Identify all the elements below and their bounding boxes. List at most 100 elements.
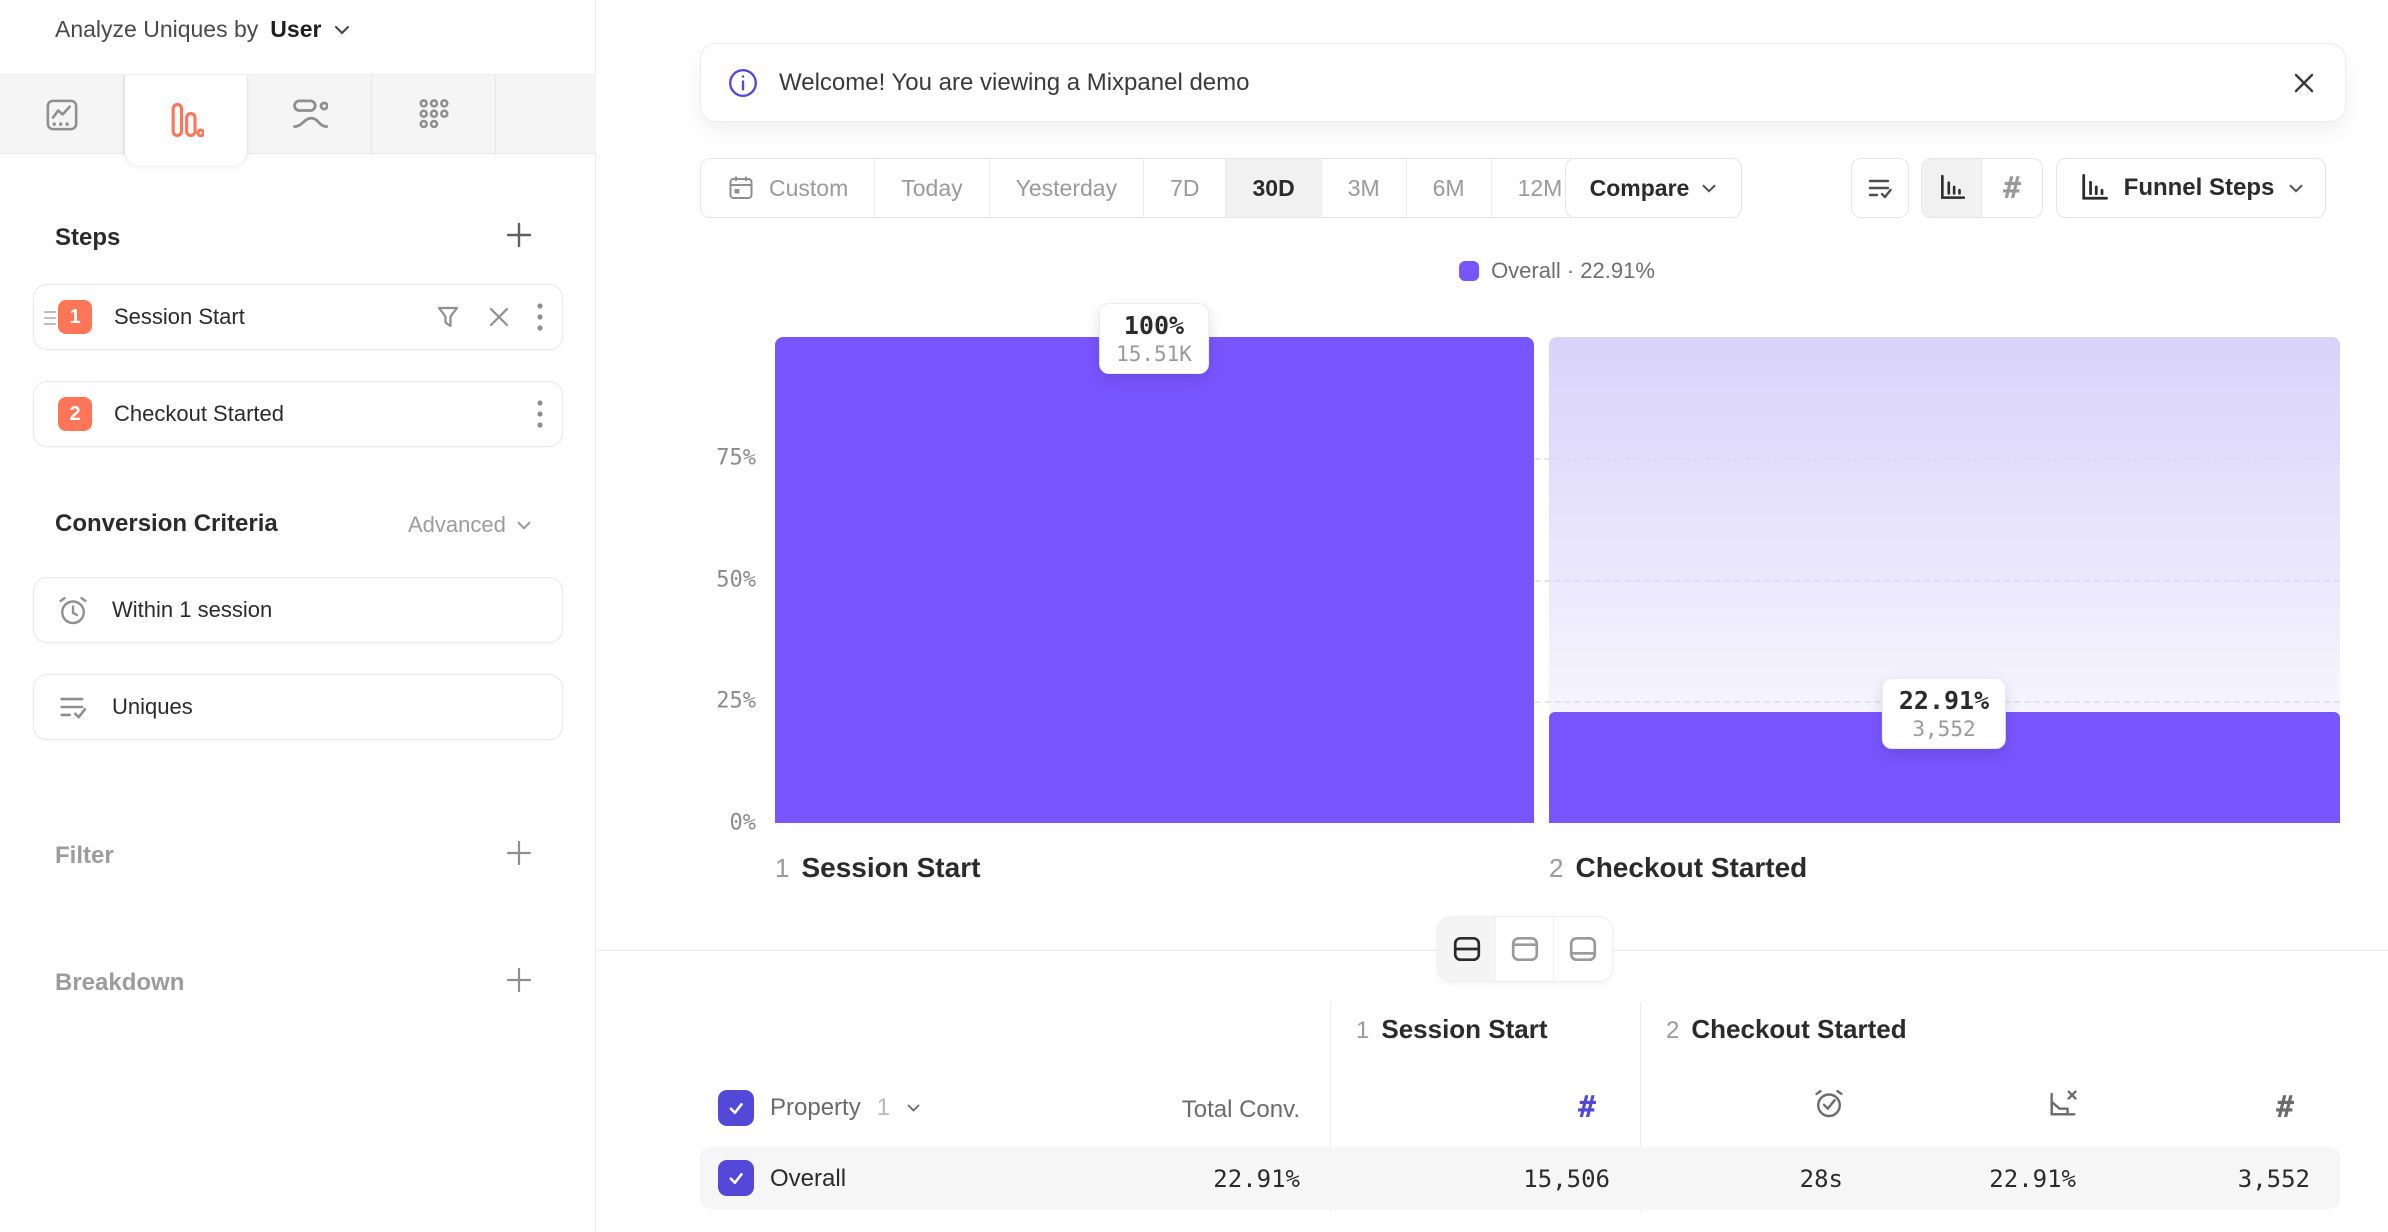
range-label: 7D <box>1170 175 1199 202</box>
cell-step2-count: 3,552 <box>2160 1165 2310 1193</box>
range-label: 6M <box>1433 175 1465 202</box>
kebab-menu-icon[interactable] <box>536 399 544 429</box>
total-conv-header: Total Conv. <box>1100 1096 1300 1124</box>
time-to-convert-icon[interactable] <box>1812 1086 1846 1120</box>
banner-message: Welcome! You are viewing a Mixpanel demo <box>779 69 1249 97</box>
funnel-dropoff-step2[interactable] <box>1549 337 2340 823</box>
tooltip-step2: 22.91% 3,552 <box>1882 678 2006 749</box>
insights-icon <box>44 97 80 133</box>
plus-icon <box>504 220 534 250</box>
step-card-2[interactable]: 2 Checkout Started <box>33 381 563 447</box>
steps-title: Steps <box>55 224 120 252</box>
range-custom[interactable]: Custom <box>701 159 875 217</box>
tab-retention[interactable] <box>372 75 496 155</box>
counting-method-card[interactable]: Uniques <box>33 674 563 740</box>
filter-icon[interactable] <box>434 303 462 331</box>
range-7d[interactable]: 7D <box>1144 159 1226 217</box>
y-tick: 75% <box>686 446 756 471</box>
plus-icon <box>504 965 534 995</box>
step-label[interactable]: Session Start <box>114 304 245 330</box>
group-num: 1 <box>1356 1017 1369 1045</box>
value-format-toggle: # <box>1921 158 2043 218</box>
range-label: Today <box>901 175 962 202</box>
analyze-entity-dropdown[interactable]: User <box>270 16 321 43</box>
count-view-toggle[interactable]: # <box>1982 159 2042 217</box>
range-6m[interactable]: 6M <box>1407 159 1492 217</box>
kebab-menu-icon[interactable] <box>536 302 544 332</box>
layout-table-only-button[interactable] <box>1554 917 1612 981</box>
step-card-1[interactable]: 1 Session Start <box>33 284 563 350</box>
x-label-num: 2 <box>1549 853 1563 884</box>
conversion-window-card[interactable]: Within 1 session <box>33 577 563 643</box>
table-group-step1: 1 Session Start <box>1356 1014 1548 1045</box>
welcome-banner: Welcome! You are viewing a Mixpanel demo <box>700 43 2346 122</box>
cell-total-conv: 22.91% <box>1150 1165 1300 1193</box>
count-metric-icon-step1[interactable]: # <box>1578 1090 1596 1125</box>
metric-uniques-button[interactable] <box>1851 158 1909 218</box>
step-number-badge: 1 <box>58 300 92 334</box>
tab-flows[interactable] <box>248 75 372 155</box>
tooltip-count: 3,552 <box>1899 717 1989 741</box>
add-filter-button[interactable] <box>502 836 536 870</box>
add-breakdown-button[interactable] <box>502 963 536 997</box>
remove-step-icon[interactable] <box>486 304 512 330</box>
list-check-icon <box>1865 173 1895 203</box>
flows-icon <box>292 97 328 133</box>
property-label[interactable]: Property <box>770 1094 861 1122</box>
list-check-icon <box>56 690 90 724</box>
tab-funnels[interactable] <box>124 75 248 165</box>
compare-label: Compare <box>1590 175 1690 202</box>
chevron-down-icon <box>516 520 532 531</box>
retention-icon <box>416 97 452 133</box>
range-30d[interactable]: 30D <box>1226 159 1321 217</box>
property-index: 1 <box>877 1094 890 1122</box>
range-label: Yesterday <box>1016 175 1117 202</box>
chevron-down-icon[interactable] <box>906 1103 921 1113</box>
layout-split-icon <box>1452 934 1482 964</box>
layout-split-button[interactable] <box>1438 917 1496 981</box>
layout-toggle <box>1437 916 1613 982</box>
step-label[interactable]: Checkout Started <box>114 401 284 427</box>
close-icon[interactable] <box>2291 70 2317 96</box>
check-icon <box>725 1097 747 1119</box>
add-step-button[interactable] <box>502 218 536 252</box>
row-checkbox[interactable] <box>718 1160 754 1196</box>
tab-insights[interactable] <box>0 75 124 155</box>
chevron-down-icon[interactable] <box>333 24 351 36</box>
conversion-criteria-title: Conversion Criteria <box>55 510 278 538</box>
percent-view-toggle[interactable] <box>1922 159 1982 217</box>
select-all-checkbox[interactable] <box>718 1090 754 1126</box>
advanced-label: Advanced <box>408 512 506 538</box>
x-label-step1: 1 Session Start <box>775 852 980 884</box>
funnel-chart <box>775 337 2340 823</box>
conversion-rate-icon[interactable] <box>2046 1086 2080 1120</box>
filter-title: Filter <box>55 842 114 870</box>
advanced-dropdown[interactable]: Advanced <box>408 512 532 538</box>
cell-step2-rate: 22.91% <box>1926 1165 2076 1193</box>
chart-type-dropdown[interactable]: Funnel Steps <box>2056 158 2326 218</box>
tooltip-count: 15.51K <box>1116 342 1192 366</box>
tooltip-pct: 100% <box>1116 311 1192 340</box>
funnels-icon <box>168 102 204 138</box>
property-header: Property 1 <box>718 1090 921 1126</box>
range-3m[interactable]: 3M <box>1322 159 1407 217</box>
analyze-label: Analyze Uniques by <box>55 16 258 43</box>
count-metric-icon-step2[interactable]: # <box>2276 1090 2294 1125</box>
range-today[interactable]: Today <box>875 159 989 217</box>
calendar-icon <box>727 174 755 202</box>
group-label: Checkout Started <box>1691 1014 1906 1045</box>
legend-label: Overall · 22.91% <box>1491 258 1655 284</box>
x-label-num: 1 <box>775 853 789 884</box>
range-yesterday[interactable]: Yesterday <box>990 159 1144 217</box>
x-label-text: Checkout Started <box>1575 852 1807 884</box>
compare-button[interactable]: Compare <box>1565 158 1742 218</box>
drag-handle-icon[interactable] <box>42 308 60 328</box>
funnel-bar-step1[interactable] <box>775 337 1534 823</box>
report-tabstrip <box>0 74 596 154</box>
row-name: Overall <box>770 1165 846 1193</box>
x-label-step2: 2 Checkout Started <box>1549 852 1807 884</box>
layout-chart-only-button[interactable] <box>1496 917 1554 981</box>
plus-icon <box>504 838 534 868</box>
chevron-down-icon <box>1701 183 1717 194</box>
tooltip-pct: 22.91% <box>1899 686 1989 715</box>
